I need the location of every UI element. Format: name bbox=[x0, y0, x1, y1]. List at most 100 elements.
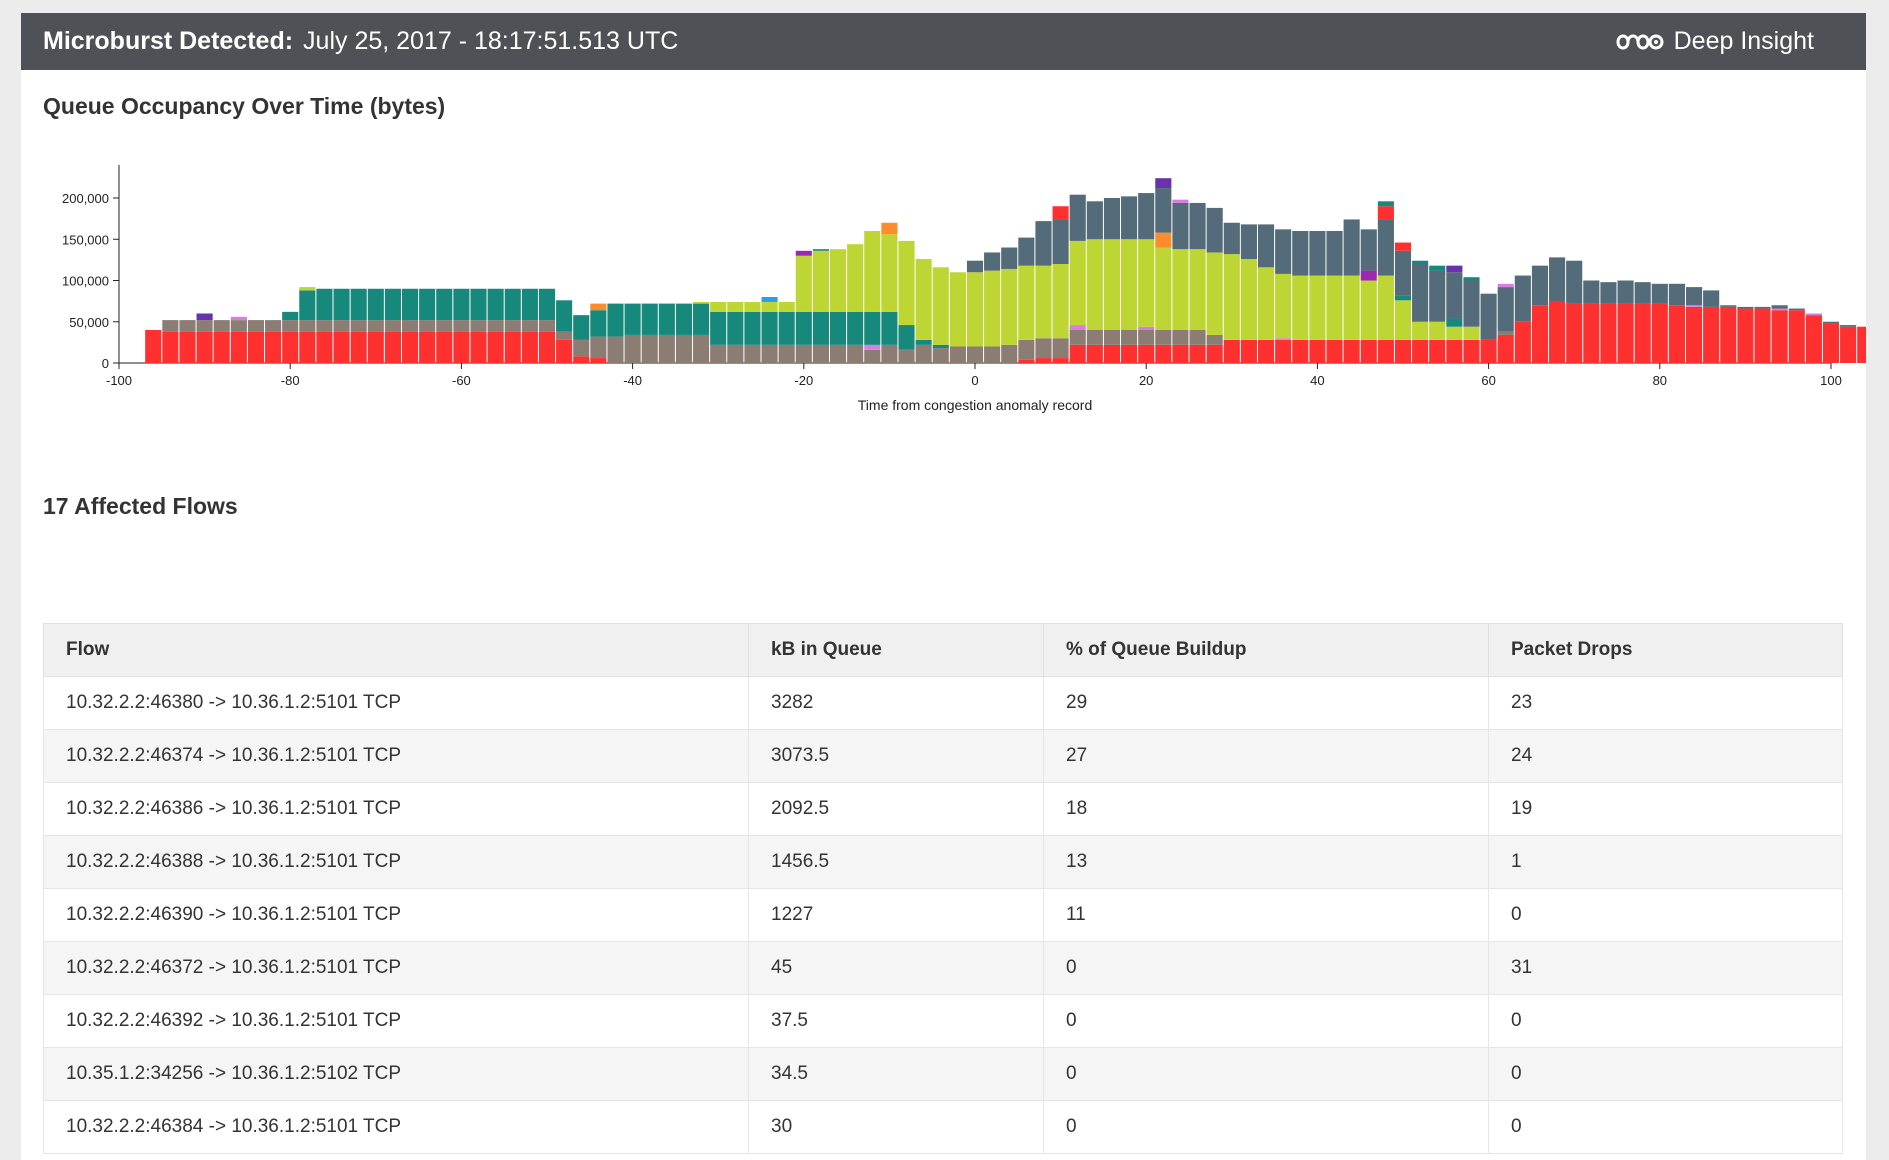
bar-segment bbox=[1840, 326, 1857, 363]
y-tick-label: 0 bbox=[102, 356, 109, 371]
bar-segment bbox=[573, 356, 590, 363]
x-tick-label: -60 bbox=[452, 373, 471, 388]
chart-title: Queue Occupancy Over Time (bytes) bbox=[43, 93, 446, 119]
bar-segment bbox=[419, 288, 436, 321]
bar-segment bbox=[282, 320, 299, 332]
bar-segment bbox=[1103, 239, 1121, 330]
bar-segment bbox=[1668, 283, 1685, 306]
bar-segment bbox=[384, 331, 401, 363]
bar-segment bbox=[230, 331, 247, 363]
bar-segment bbox=[1172, 202, 1189, 250]
bar-segment bbox=[316, 331, 333, 363]
kb-cell: 37.5 bbox=[748, 994, 1044, 1048]
column-header-kb[interactable]: kB in Queue bbox=[748, 623, 1044, 677]
bar-segment bbox=[1446, 326, 1463, 340]
bar-segment bbox=[367, 288, 384, 321]
bar-segment bbox=[1394, 242, 1412, 251]
bar-segment bbox=[1377, 219, 1394, 276]
bar-segment bbox=[299, 290, 316, 321]
bar-segment bbox=[829, 311, 847, 345]
bar-segment bbox=[1052, 219, 1069, 264]
bar-segment bbox=[1326, 275, 1343, 340]
drops-cell: 23 bbox=[1488, 676, 1843, 730]
bar-segment bbox=[538, 320, 556, 332]
bar-segment bbox=[1069, 330, 1086, 345]
column-header-flow[interactable]: Flow bbox=[43, 623, 749, 677]
column-header-drops[interactable]: Packet Drops bbox=[1488, 623, 1843, 677]
bar-segment bbox=[265, 331, 282, 363]
flows-title: 17 Affected Flows bbox=[43, 493, 238, 519]
x-tick-label: 20 bbox=[1139, 373, 1153, 388]
bar-segment bbox=[1018, 265, 1035, 340]
bar-segment bbox=[1600, 282, 1617, 304]
bar-segment bbox=[401, 331, 419, 363]
bar-segment bbox=[1446, 339, 1463, 363]
table-row[interactable]: 10.32.2.2:46374 -> 10.36.1.2:5101 TCP 30… bbox=[43, 729, 1843, 783]
drops-cell: 1 bbox=[1488, 835, 1843, 889]
bar-segment bbox=[419, 331, 436, 363]
bar-segment bbox=[744, 344, 761, 363]
y-tick-label: 200,000 bbox=[62, 191, 109, 206]
table-row[interactable]: 10.32.2.2:46388 -> 10.36.1.2:5101 TCP 14… bbox=[43, 835, 1843, 889]
bar-segment bbox=[1206, 334, 1223, 345]
percent-cell: 0 bbox=[1043, 994, 1489, 1048]
bar-segment bbox=[1343, 275, 1360, 340]
bar-segment bbox=[1617, 280, 1634, 304]
bar-segment bbox=[1001, 247, 1018, 269]
bar-segment bbox=[915, 259, 932, 340]
bar-segment bbox=[761, 297, 778, 302]
y-tick-label: 100,000 bbox=[62, 274, 109, 289]
bar-segment bbox=[1138, 239, 1155, 327]
bar-segment bbox=[436, 288, 453, 321]
bar-segment bbox=[299, 320, 316, 332]
bar-segment bbox=[556, 300, 573, 332]
bar-segment bbox=[1497, 331, 1514, 335]
bar-segment bbox=[1018, 237, 1035, 266]
bar-segment bbox=[453, 331, 470, 363]
percent-cell: 18 bbox=[1043, 782, 1489, 836]
bar-segment bbox=[1429, 270, 1446, 322]
bar-segment bbox=[795, 255, 812, 312]
bar-segment bbox=[795, 344, 812, 363]
bar-segment bbox=[1531, 265, 1549, 306]
bar-segment bbox=[710, 344, 727, 363]
bar-segment bbox=[196, 313, 213, 321]
bar-segment bbox=[881, 234, 898, 312]
drops-cell: 19 bbox=[1488, 782, 1843, 836]
bar-segment bbox=[1394, 295, 1412, 301]
bar-segment bbox=[1138, 330, 1155, 345]
table-row[interactable]: 10.32.2.2:46384 -> 10.36.1.2:5101 TCP 30… bbox=[43, 1100, 1843, 1154]
bar-segment bbox=[761, 311, 778, 345]
bar-segment bbox=[1052, 206, 1069, 220]
kb-cell: 1456.5 bbox=[748, 835, 1044, 889]
table-row[interactable]: 10.32.2.2:46372 -> 10.36.1.2:5101 TCP 45… bbox=[43, 941, 1843, 995]
table-row[interactable]: 10.32.2.2:46392 -> 10.36.1.2:5101 TCP 37… bbox=[43, 994, 1843, 1048]
bar-segment bbox=[1309, 339, 1326, 363]
bar-segment bbox=[1103, 198, 1121, 240]
table-row[interactable]: 10.32.2.2:46380 -> 10.36.1.2:5101 TCP 32… bbox=[43, 676, 1843, 730]
table-row[interactable]: 10.35.1.2:34256 -> 10.36.1.2:5102 TCP 34… bbox=[43, 1047, 1843, 1101]
flow-cell: 10.32.2.2:46374 -> 10.36.1.2:5101 TCP bbox=[43, 729, 749, 783]
bar-segment bbox=[453, 288, 470, 321]
bar-segment bbox=[847, 244, 864, 312]
bar-segment bbox=[1703, 290, 1720, 307]
column-header-percent[interactable]: % of Queue Buildup bbox=[1043, 623, 1489, 677]
bar-segment bbox=[1549, 301, 1566, 363]
table-row[interactable]: 10.32.2.2:46386 -> 10.36.1.2:5101 TCP 20… bbox=[43, 782, 1843, 836]
bar-segment bbox=[1634, 282, 1651, 304]
bar-segment bbox=[881, 222, 898, 235]
bar-segment bbox=[1343, 219, 1360, 276]
bar-segment bbox=[1857, 326, 1866, 363]
bar-segment bbox=[1223, 222, 1240, 255]
x-tick-label: -40 bbox=[623, 373, 642, 388]
bar-segment bbox=[1121, 196, 1138, 240]
bar-segment bbox=[1531, 305, 1549, 363]
bar-segment bbox=[1052, 264, 1069, 339]
table-row[interactable]: 10.32.2.2:46390 -> 10.36.1.2:5101 TCP 12… bbox=[43, 888, 1843, 942]
bar-segment bbox=[727, 311, 744, 345]
bar-segment bbox=[1737, 306, 1754, 309]
bar-segment bbox=[590, 336, 607, 359]
drops-cell: 0 bbox=[1488, 994, 1843, 1048]
bar-segment bbox=[1086, 239, 1103, 330]
bar-segment bbox=[847, 311, 864, 345]
